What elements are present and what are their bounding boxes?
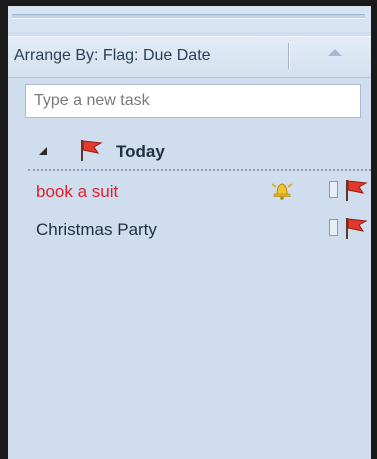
group-header-today[interactable]: Today bbox=[24, 136, 369, 168]
red-flag-icon bbox=[81, 140, 103, 161]
sort-up-arrow-icon[interactable] bbox=[320, 46, 350, 60]
pane-top-strip bbox=[8, 6, 371, 32]
task-subject[interactable]: book a suit bbox=[36, 182, 118, 202]
pane-divider[interactable] bbox=[12, 14, 365, 19]
arrange-by-header[interactable]: Arrange By: Flag: Due Date bbox=[8, 36, 371, 78]
todo-bar-pane: Arrange By: Flag: Due Date Today book a … bbox=[0, 0, 377, 459]
new-task-input[interactable] bbox=[25, 84, 361, 118]
arrange-by-label[interactable]: Arrange By: Flag: Due Date bbox=[14, 47, 211, 65]
group-divider bbox=[28, 169, 371, 171]
task-row[interactable]: Christmas Party bbox=[24, 214, 369, 244]
collapse-triangle-icon[interactable] bbox=[38, 146, 48, 156]
task-subject[interactable]: Christmas Party bbox=[36, 220, 157, 240]
column-separator[interactable] bbox=[288, 43, 289, 69]
red-flag-icon[interactable] bbox=[343, 178, 369, 202]
red-flag-icon[interactable] bbox=[343, 216, 369, 240]
group-title: Today bbox=[116, 142, 165, 161]
task-complete-checkbox[interactable] bbox=[329, 219, 338, 236]
reminder-bell-icon[interactable] bbox=[271, 180, 293, 200]
task-complete-checkbox[interactable] bbox=[329, 181, 338, 198]
task-row[interactable]: book a suit bbox=[24, 176, 369, 206]
